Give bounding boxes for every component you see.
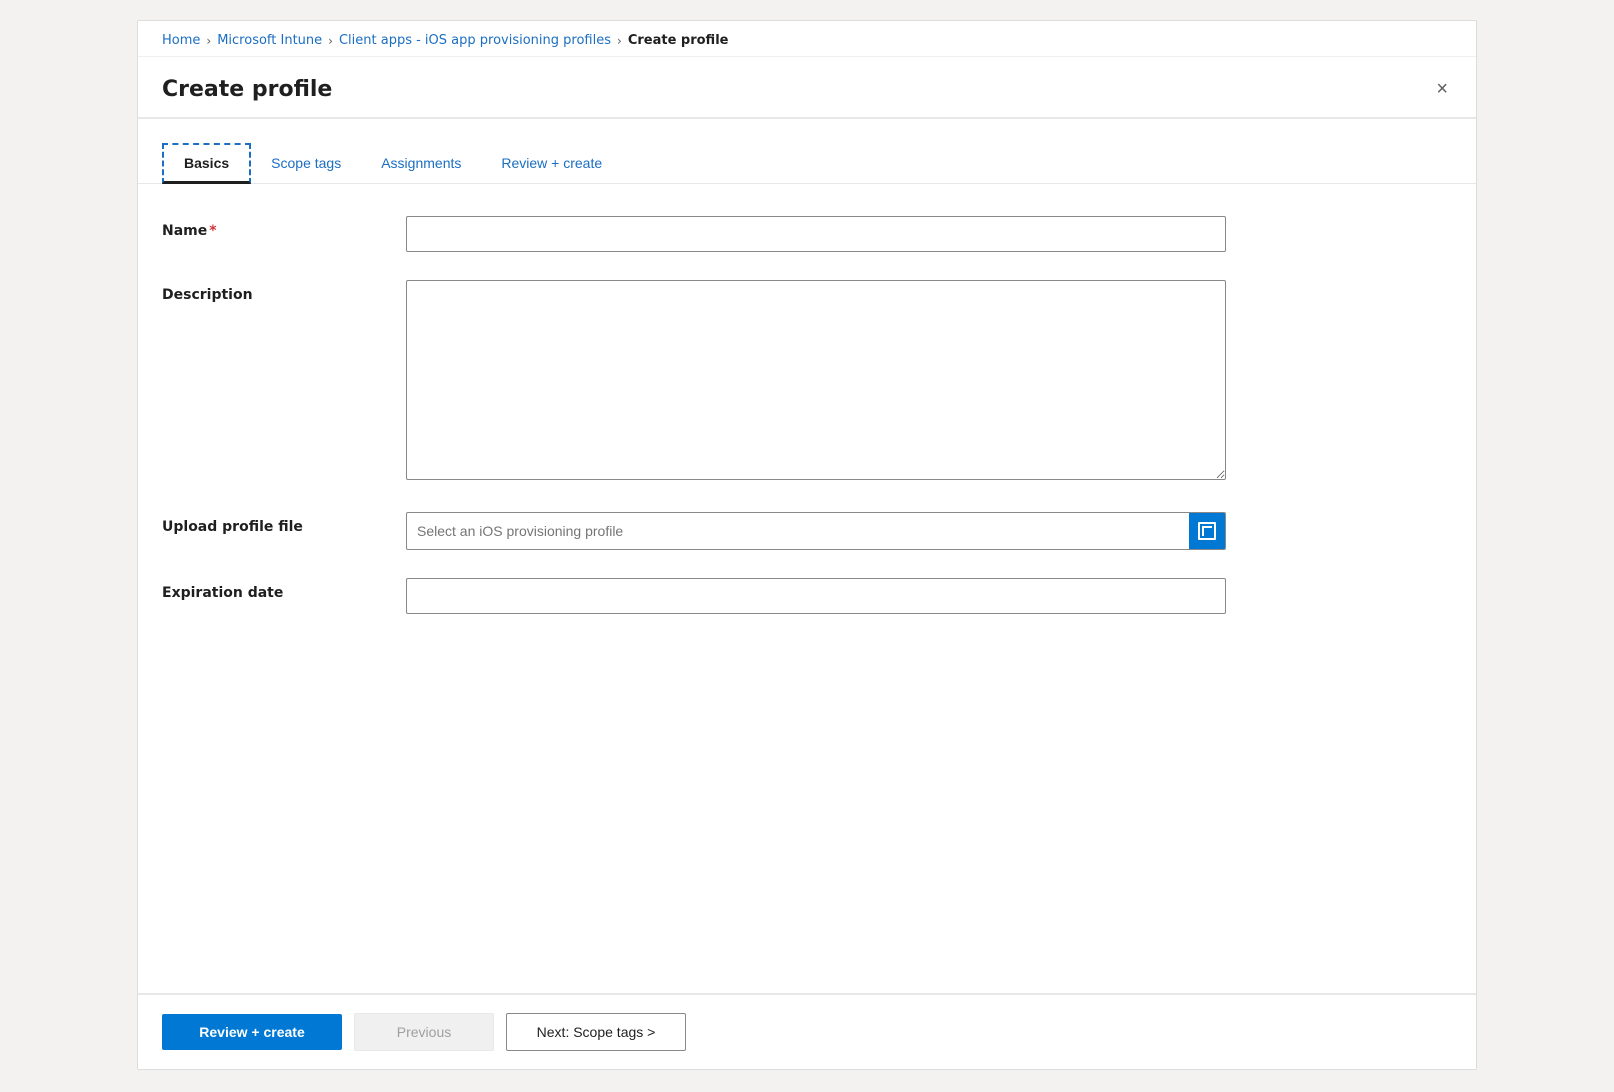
name-required-star: *: [209, 223, 216, 239]
upload-text-input[interactable]: [407, 513, 1189, 549]
upload-browse-button[interactable]: [1189, 513, 1225, 549]
name-label: Name*: [162, 216, 382, 239]
breadcrumb: Home › Microsoft Intune › Client apps - …: [138, 21, 1476, 57]
name-input-wrapper: [406, 216, 1226, 252]
breadcrumb-sep-3: ›: [617, 34, 622, 48]
tab-scope-tags[interactable]: Scope tags: [251, 143, 361, 183]
tab-review-create[interactable]: Review + create: [481, 143, 622, 183]
upload-field: [406, 512, 1226, 550]
expiration-label: Expiration date: [162, 578, 382, 601]
name-input[interactable]: [406, 216, 1226, 252]
close-button[interactable]: ×: [1432, 75, 1452, 103]
create-profile-panel: Home › Microsoft Intune › Client apps - …: [137, 20, 1477, 1070]
upload-input-wrapper: [406, 512, 1226, 550]
review-create-button[interactable]: Review + create: [162, 1014, 342, 1050]
expiration-input-wrapper: [406, 578, 1226, 614]
breadcrumb-client-apps[interactable]: Client apps - iOS app provisioning profi…: [339, 33, 611, 48]
panel-footer: Review + create Previous Next: Scope tag…: [138, 993, 1476, 1069]
tab-basics[interactable]: Basics: [162, 143, 251, 184]
next-button[interactable]: Next: Scope tags >: [506, 1013, 686, 1051]
breadcrumb-sep-1: ›: [206, 34, 211, 48]
breadcrumb-sep-2: ›: [328, 34, 333, 48]
folder-icon: [1198, 522, 1216, 540]
breadcrumb-current: Create profile: [628, 33, 729, 48]
form-body: Name* Description Upload profile file: [138, 184, 1476, 993]
upload-row: Upload profile file: [162, 512, 1452, 550]
breadcrumb-home[interactable]: Home: [162, 33, 200, 48]
page-title: Create profile: [162, 77, 332, 102]
breadcrumb-intune[interactable]: Microsoft Intune: [217, 33, 322, 48]
tab-assignments[interactable]: Assignments: [361, 143, 481, 183]
description-textarea[interactable]: [406, 280, 1226, 480]
name-row: Name*: [162, 216, 1452, 252]
description-input-wrapper: [406, 280, 1226, 484]
upload-label: Upload profile file: [162, 512, 382, 535]
expiration-row: Expiration date: [162, 578, 1452, 614]
panel-header: Create profile ×: [138, 57, 1476, 119]
expiration-input[interactable]: [406, 578, 1226, 614]
description-label: Description: [162, 280, 382, 303]
previous-button: Previous: [354, 1013, 494, 1051]
description-row: Description: [162, 280, 1452, 484]
tab-bar: Basics Scope tags Assignments Review + c…: [138, 143, 1476, 184]
